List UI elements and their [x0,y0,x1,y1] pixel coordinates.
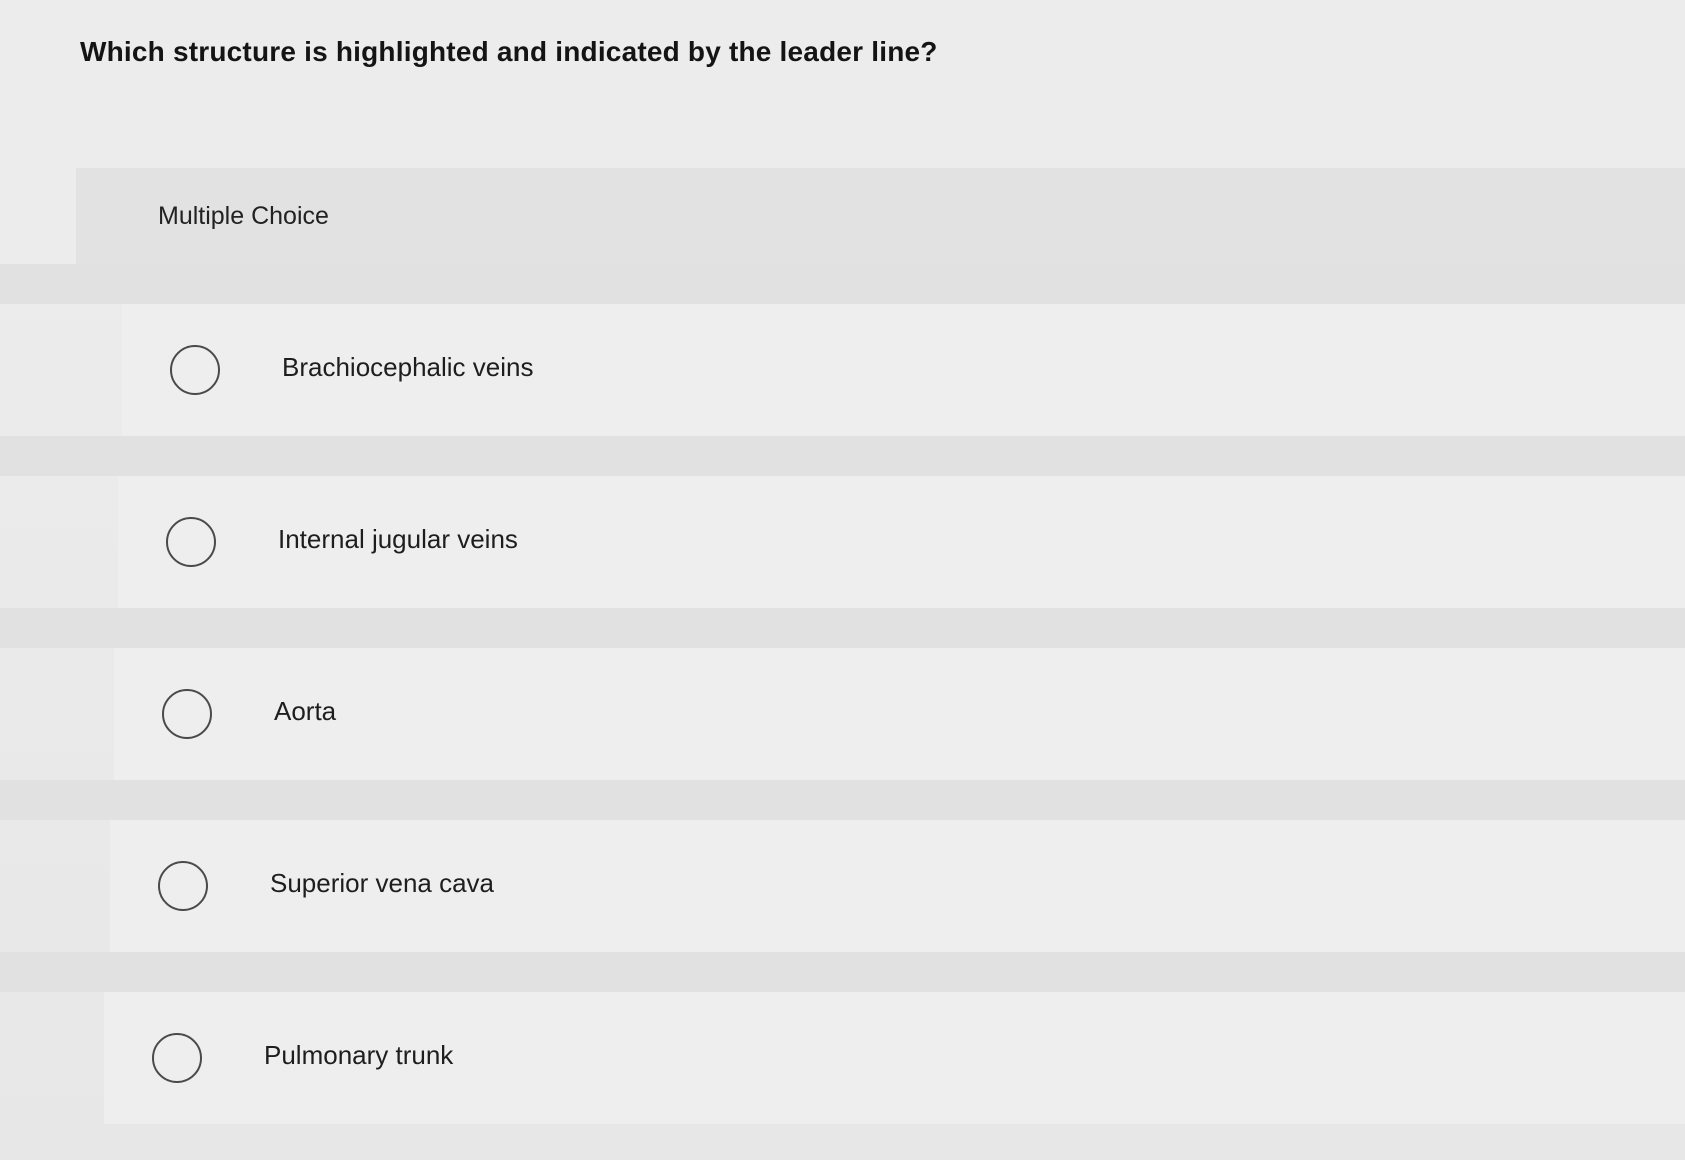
answer-option-aorta[interactable]: Aorta [114,648,1685,780]
radio-button-icon[interactable] [162,689,212,739]
question-text: Which structure is highlighted and indic… [80,36,938,67]
divider [0,780,1685,820]
radio-button-icon[interactable] [158,861,208,911]
radio-button-icon[interactable] [152,1033,202,1083]
answer-option-brachiocephalic-veins[interactable]: Brachiocephalic veins [122,304,1685,436]
radio-button-icon[interactable] [170,345,220,395]
quiz-page: Which structure is highlighted and indic… [0,0,1685,1160]
answer-option-label: Brachiocephalic veins [282,352,534,382]
answer-option-label: Superior vena cava [270,868,495,898]
answer-option-label: Internal jugular veins [278,524,518,554]
answer-option-label: Pulmonary trunk [264,1040,454,1070]
divider [0,952,1685,992]
multiple-choice-label: Multiple Choice [158,202,329,230]
answer-option-pulmonary-trunk[interactable]: Pulmonary trunk [104,992,1685,1124]
multiple-choice-header: Multiple Choice [76,168,1685,264]
answer-option-internal-jugular-veins[interactable]: Internal jugular veins [118,476,1685,608]
divider [0,436,1685,476]
answer-option-label: Aorta [274,696,337,726]
answer-options: Brachiocephalic veins Internal jugular v… [0,264,1685,1124]
divider [0,264,1685,304]
answer-option-superior-vena-cava[interactable]: Superior vena cava [110,820,1685,952]
divider [0,608,1685,648]
radio-button-icon[interactable] [166,517,216,567]
